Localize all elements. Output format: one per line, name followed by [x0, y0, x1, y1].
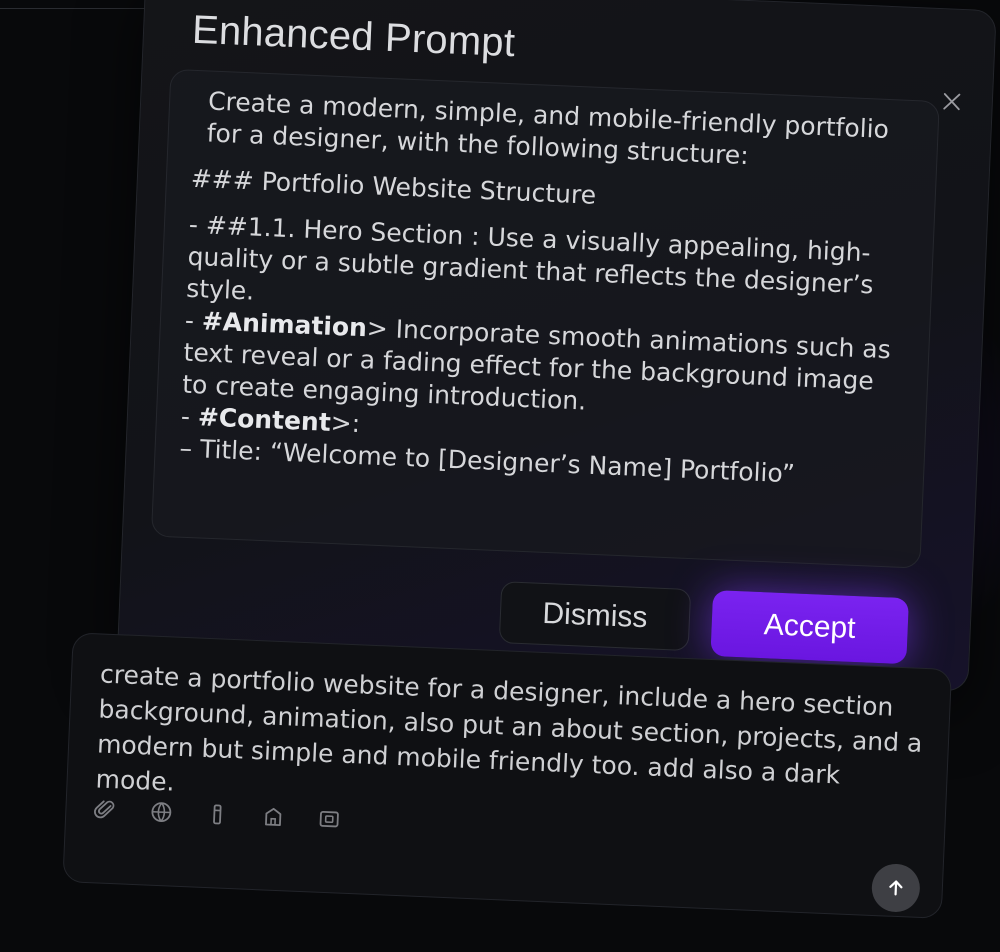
web-search-button[interactable]	[146, 797, 177, 828]
content-label: #Content	[197, 402, 332, 437]
marker-icon	[213, 804, 222, 825]
figma-import-button[interactable]	[258, 801, 289, 832]
marker-button[interactable]	[202, 799, 233, 830]
animation-dash: -	[184, 305, 203, 336]
globe-icon	[151, 802, 172, 823]
enhanced-prompt-text[interactable]: Create a modern, simple, and mobile-frie…	[150, 68, 940, 569]
arrow-up-icon	[889, 880, 903, 896]
screenshot-button[interactable]	[314, 804, 345, 835]
paperclip-icon	[94, 800, 115, 819]
animation-label: #Animation	[201, 306, 368, 343]
screen: Enhanced Prompt Create a modern, simple,…	[0, 0, 1000, 952]
dismiss-button[interactable]: Dismiss	[498, 581, 692, 652]
send-button[interactable]	[870, 862, 921, 913]
tilted-content: Enhanced Prompt Create a modern, simple,…	[0, 0, 1000, 952]
prompt-intro: Create a modern, simple, and mobile-frie…	[206, 86, 890, 171]
modal-title: Enhanced Prompt	[191, 7, 517, 66]
figma-import-icon	[265, 807, 282, 826]
accept-button[interactable]: Accept	[710, 590, 909, 665]
content-dash: -	[180, 401, 199, 432]
prompt-input-card: create a portfolio website for a designe…	[62, 632, 953, 919]
enhanced-prompt-modal: Enhanced Prompt Create a modern, simple,…	[116, 0, 997, 692]
frame-icon	[319, 810, 339, 828]
close-button[interactable]	[937, 87, 966, 116]
attach-button[interactable]	[90, 794, 121, 825]
close-icon	[943, 93, 961, 111]
content-text: >:	[330, 407, 361, 439]
